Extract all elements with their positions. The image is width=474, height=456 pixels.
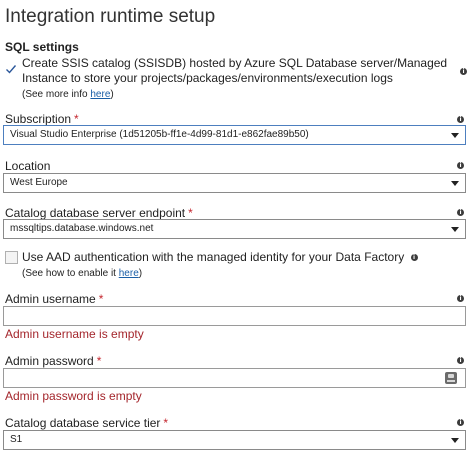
checkmark-icon <box>6 65 17 74</box>
endpoint-select[interactable]: mssqltips.database.windows.net <box>3 219 466 239</box>
create-catalog-checkbox[interactable] <box>5 63 17 75</box>
see-more-suffix: ) <box>110 89 114 100</box>
see-more-info: (See more info here) <box>22 89 114 100</box>
location-label: Location <box>5 159 51 173</box>
create-catalog-text: Create SSIS catalog (SSISDB) hosted by A… <box>22 56 448 85</box>
subscription-value: Visual Studio Enterprise (1d51205b-ff1e-… <box>10 129 309 140</box>
admin-username-label-text: Admin username <box>5 292 96 306</box>
see-more-link[interactable]: here <box>90 89 110 100</box>
subscription-label: Subscription * <box>5 112 79 126</box>
required-marker: * <box>96 354 102 368</box>
aad-how-suffix: ) <box>138 268 143 279</box>
see-more-prefix: (See more info <box>22 89 91 100</box>
info-icon[interactable]: i <box>410 254 418 262</box>
required-marker: * <box>163 416 169 430</box>
admin-password-input[interactable] <box>3 368 466 388</box>
required-marker: * <box>74 112 79 126</box>
service-tier-select[interactable]: S1 <box>3 430 466 450</box>
admin-password-error: Admin password is empty <box>5 389 142 403</box>
service-tier-label: Catalog database service tier * <box>5 416 168 430</box>
sql-settings-heading: SQL settings <box>5 40 79 54</box>
chevron-down-icon <box>451 227 459 232</box>
admin-username-input[interactable] <box>3 306 466 326</box>
chevron-down-icon <box>451 438 459 443</box>
aad-text: Use AAD authentication with the managed … <box>22 250 405 264</box>
info-icon[interactable]: i <box>457 162 464 169</box>
info-icon[interactable]: i <box>457 295 464 302</box>
info-icon[interactable]: i <box>457 209 464 216</box>
chevron-down-icon <box>451 181 459 186</box>
aad-description: Use AAD authentication with the managed … <box>22 250 418 281</box>
aad-how-to: (See how to enable it here) <box>22 268 142 279</box>
endpoint-label-text: Catalog database server endpoint <box>5 206 186 220</box>
info-icon[interactable]: i <box>457 116 464 123</box>
key-icon[interactable] <box>445 372 457 384</box>
endpoint-value: mssqltips.database.windows.net <box>10 223 154 234</box>
service-tier-value: S1 <box>10 434 23 445</box>
admin-username-label: Admin username * <box>5 292 103 306</box>
admin-username-error: Admin username is empty <box>5 327 144 341</box>
info-icon[interactable]: i <box>460 68 467 75</box>
info-icon[interactable]: i <box>457 419 464 426</box>
admin-password-label: Admin password * <box>5 354 101 368</box>
location-value: West Europe <box>10 177 68 188</box>
create-catalog-description: Create SSIS catalog (SSISDB) hosted by A… <box>22 56 456 102</box>
required-marker: * <box>98 292 104 306</box>
admin-password-label-text: Admin password <box>5 354 94 368</box>
subscription-select[interactable]: Visual Studio Enterprise (1d51205b-ff1e-… <box>3 125 466 145</box>
chevron-down-icon <box>451 133 459 138</box>
aad-how-link[interactable]: here <box>119 268 139 279</box>
subscription-label-text: Subscription <box>5 112 72 126</box>
info-icon[interactable]: i <box>457 357 464 364</box>
endpoint-label: Catalog database server endpoint * <box>5 206 193 220</box>
aad-how-prefix: (See how to enable it <box>22 268 119 279</box>
service-tier-label-text: Catalog database service tier <box>5 416 161 430</box>
page-title: Integration runtime setup <box>5 6 216 27</box>
location-select[interactable]: West Europe <box>3 173 466 193</box>
required-marker: * <box>188 206 193 220</box>
aad-checkbox[interactable] <box>5 251 18 264</box>
